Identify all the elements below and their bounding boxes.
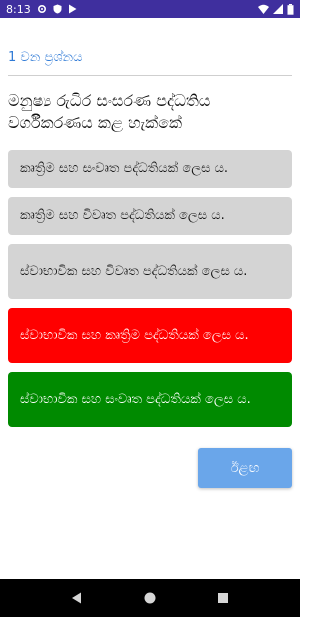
status-time: 8:13 xyxy=(6,2,31,16)
answer-option-3[interactable]: ස්වාභාවික සහ විවෘත පද්ධතියක් ලෙස ය. xyxy=(8,244,292,299)
battery-icon xyxy=(287,3,294,15)
back-icon[interactable] xyxy=(62,583,92,613)
next-button[interactable]: ඊළඟ xyxy=(198,448,292,488)
answer-option-5[interactable]: ස්වාභාවික සහ සංවෘත පද්ධතියක් ලෙස ය. xyxy=(8,372,292,427)
gear-icon xyxy=(37,4,47,14)
answer-option-1[interactable]: කෘත්‍රිම සහ සංවෘත පද්ධතියක් ලෙස ය. xyxy=(8,150,292,188)
signal-icon xyxy=(273,4,283,14)
answer-option-2[interactable]: කෘත්‍රිම සහ විවෘත පද්ධතියක් ලෙස ය. xyxy=(8,197,292,235)
question-text: මනුෂ්‍ය රුධිර සංසරණ පද්ධතිය වර්ගීකරණය කළ… xyxy=(8,91,211,132)
answer-label: ස්වාභාවික සහ විවෘත පද්ධතියක් ලෙස ය. xyxy=(20,263,248,279)
home-icon[interactable] xyxy=(135,583,165,613)
answer-label: කෘත්‍රිම සහ සංවෘත පද්ධතියක් ලෙස ය. xyxy=(20,161,229,176)
play-store-icon xyxy=(68,4,77,14)
answer-label: කෘත්‍රිම සහ විවෘත පද්ධතියක් ලෙස ය. xyxy=(20,208,225,223)
navigation-bar xyxy=(0,579,300,617)
answer-label: ස්වාභාවික සහ සංවෘත පද්ධතියක් ලෙස ය. xyxy=(20,391,251,407)
status-bar: 8:13 xyxy=(0,0,300,18)
question-number: 1 වන ප්‍රශ්නය xyxy=(8,50,83,65)
divider xyxy=(8,75,292,76)
shield-icon xyxy=(53,4,62,14)
recents-icon[interactable] xyxy=(208,583,238,613)
next-button-label: ඊළඟ xyxy=(230,460,260,476)
answer-option-4[interactable]: ස්වාභාවික සහ කෘත්‍රිම පද්ධතියක් ලෙස ය. xyxy=(8,308,292,363)
wifi-icon xyxy=(258,4,269,14)
answer-label: ස්වාභාවික සහ කෘත්‍රිම පද්ධතියක් ලෙස ය. xyxy=(20,327,249,343)
